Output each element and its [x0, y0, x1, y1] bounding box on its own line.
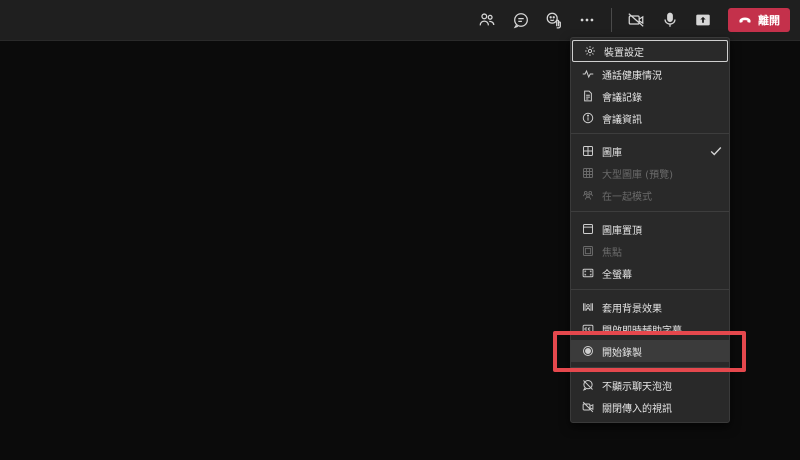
menu-item-label: 焦點 [602, 247, 622, 259]
menu-item-device-settings[interactable]: 裝置設定 [572, 40, 728, 62]
checkmark-icon [709, 144, 723, 158]
menu-item-label: 不顯示聊天泡泡 [602, 381, 672, 393]
menu-item-turn-off-incoming-video[interactable]: 關閉傳入的視訊 [571, 396, 729, 418]
menu-divider [571, 289, 729, 290]
large-gallery-icon [581, 166, 595, 180]
gallery-top-icon [581, 222, 595, 236]
gallery-icon [581, 144, 595, 158]
leave-button-label: 離開 [758, 14, 780, 27]
together-mode-icon [581, 188, 595, 202]
highlight-annotation-box [553, 331, 746, 372]
menu-item-call-health[interactable]: 通話健康情況 [571, 63, 729, 85]
gear-icon [583, 44, 597, 58]
menu-divider [571, 133, 729, 134]
menu-item-label: 套用背景效果 [602, 303, 662, 315]
menu-item-meeting-notes[interactable]: 會議記錄 [571, 85, 729, 107]
menu-item-label: 會議記錄 [602, 92, 642, 104]
focus-icon [581, 244, 595, 258]
video-off-icon [581, 400, 595, 414]
menu-item-label: 關閉傳入的視訊 [602, 403, 672, 415]
menu-item-label: 大型圖庫 (預覽) [602, 169, 673, 181]
menu-item-label: 通話健康情況 [602, 70, 662, 82]
menu-item-label: 圖庫置頂 [602, 225, 642, 237]
fullscreen-icon [581, 266, 595, 280]
chat-bubble-off-icon [581, 378, 595, 392]
menu-item-label: 裝置設定 [604, 47, 644, 59]
pulse-icon [581, 67, 595, 81]
background-effects-icon [581, 300, 595, 314]
toolbar-separator [611, 8, 612, 32]
leave-button[interactable]: 離開 [728, 8, 790, 32]
menu-item-focus: 焦點 [571, 240, 729, 262]
menu-item-fullscreen[interactable]: 全螢幕 [571, 262, 729, 284]
menu-item-gallery-at-top[interactable]: 圖庫置頂 [571, 218, 729, 240]
menu-item-background-effects[interactable]: 套用背景效果 [571, 296, 729, 318]
menu-item-together-mode: 在一起模式 [571, 184, 729, 206]
mic-icon[interactable] [657, 7, 683, 33]
participants-icon[interactable] [474, 7, 500, 33]
menu-item-gallery[interactable]: 圖庫 [571, 140, 729, 162]
menu-item-label: 會議資訊 [602, 114, 642, 126]
camera-off-icon[interactable] [623, 7, 649, 33]
menu-divider [571, 211, 729, 212]
menu-item-large-gallery: 大型圖庫 (預覽) [571, 162, 729, 184]
reactions-icon[interactable] [541, 7, 567, 33]
chat-icon[interactable] [508, 7, 534, 33]
notes-icon [581, 89, 595, 103]
menu-item-label: 全螢幕 [602, 269, 632, 281]
share-screen-icon[interactable] [690, 7, 716, 33]
menu-item-label: 圖庫 [602, 147, 622, 159]
menu-item-hide-chat-bubbles[interactable]: 不顯示聊天泡泡 [571, 374, 729, 396]
more-actions-icon[interactable] [574, 7, 600, 33]
meeting-toolbar: 離開 [0, 0, 800, 41]
menu-item-label: 在一起模式 [602, 191, 652, 203]
menu-item-meeting-info[interactable]: 會議資訊 [571, 107, 729, 129]
info-icon [581, 111, 595, 125]
